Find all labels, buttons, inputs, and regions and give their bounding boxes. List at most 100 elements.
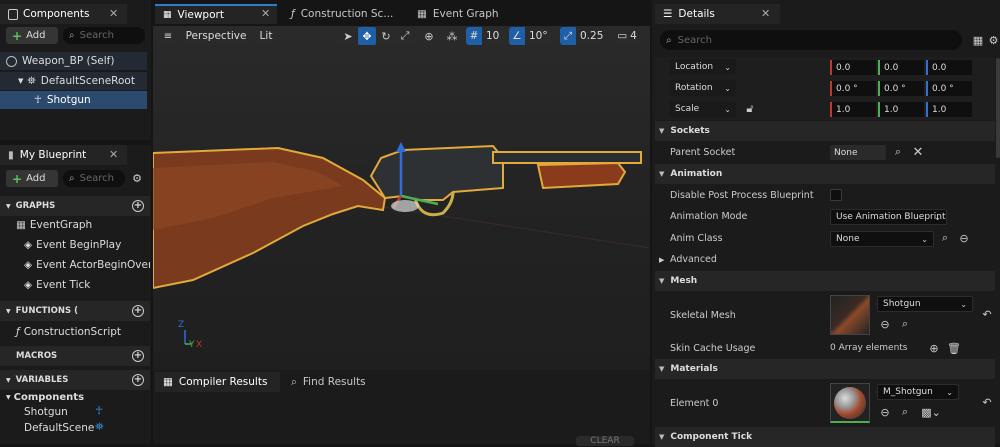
section-functions[interactable]: ▼ FUNCTIONS (+ xyxy=(0,301,150,321)
details-search-input[interactable]: ⌕ Search xyxy=(660,30,962,50)
rotate-tool-icon[interactable]: ↻ xyxy=(378,28,394,44)
components-search-input[interactable]: ⌕ Search xyxy=(63,27,145,44)
reset-to-default-icon[interactable]: ↶ xyxy=(980,307,994,321)
tab-components[interactable]: Components xyxy=(0,4,127,24)
delete-icon[interactable]: 🗑︎ xyxy=(947,341,961,355)
tab-compiler-results[interactable]: ▦ Compiler Results xyxy=(155,372,280,392)
variable-group-components[interactable]: ▼ Components xyxy=(6,392,84,403)
scale-snap-button[interactable]: ⤢ 0.25 xyxy=(560,27,605,45)
disable-post-process-checkbox[interactable] xyxy=(830,189,842,201)
move-tool-icon[interactable]: ✥ xyxy=(358,27,376,45)
blueprint-add-button[interactable]: + Add xyxy=(6,170,58,187)
world-local-icon[interactable]: ⊕ xyxy=(421,28,437,44)
parent-socket-field[interactable]: None xyxy=(830,145,886,160)
category-title: Animation xyxy=(670,169,723,179)
use-selected-icon[interactable]: ⊖ xyxy=(878,405,892,419)
tree-item-defaultsceneroot[interactable]: ▼ ⛯ DefaultSceneRoot xyxy=(0,72,147,90)
category-mesh[interactable]: ▼ Mesh xyxy=(655,271,995,291)
grid-snap-button[interactable]: # 10 xyxy=(466,27,504,45)
tab-viewport[interactable]: ▦ Viewport xyxy=(155,4,277,24)
add-element-icon[interactable]: ⊕ xyxy=(927,341,941,355)
reset-icon[interactable]: ⊖ xyxy=(957,231,971,245)
tree-item-self[interactable]: Weapon_BP (Self) xyxy=(0,52,147,70)
browse-icon[interactable]: ⌕ xyxy=(898,317,912,331)
section-macros[interactable]: MACROS + xyxy=(0,346,150,366)
clear-button[interactable]: CLEAR xyxy=(576,436,634,446)
skeletal-mesh-dropdown[interactable]: Shotgun ⌄ xyxy=(877,296,973,312)
close-icon[interactable]: ✕ xyxy=(261,7,270,20)
rotation-snap-button[interactable]: ∠ 10° xyxy=(509,27,551,45)
skeletal-mesh-thumbnail[interactable] xyxy=(830,295,870,335)
lock-icon[interactable]: 🔓︎ xyxy=(743,102,757,116)
tab-construction-script[interactable]: ƒ Construction Sc... xyxy=(283,4,403,24)
property-label: Element 0 xyxy=(670,397,719,409)
material-dropdown[interactable]: M_Shotgun ⌄ xyxy=(877,384,959,400)
tab-my-blueprint[interactable]: ▮ My Blueprint xyxy=(0,145,127,165)
perspective-button[interactable]: Perspective xyxy=(184,27,248,45)
hamburger-menu-button[interactable]: ≡ xyxy=(158,27,178,45)
checker-icon[interactable]: ▩⌄ xyxy=(919,405,943,419)
graph-item-tick[interactable]: ◈ Event Tick xyxy=(24,279,90,291)
close-icon[interactable]: ✕ xyxy=(109,148,118,161)
scale-z-field[interactable]: 1.0 xyxy=(926,102,972,117)
lit-button[interactable]: Lit xyxy=(255,27,277,45)
graph-item-beginplay[interactable]: ◈ Event BeginPlay xyxy=(24,239,150,251)
tab-event-graph[interactable]: ▦ Event Graph xyxy=(409,4,519,24)
rotation-x-field[interactable]: 0.0 ° xyxy=(830,81,876,96)
row-advanced[interactable]: ▶ Advanced xyxy=(655,249,995,270)
row-anim-class: Anim Class None ⌄ ⌕ ⊖ xyxy=(655,228,995,249)
rotation-z-field[interactable]: 0.0 ° xyxy=(926,81,972,96)
use-selected-icon[interactable]: ⊖ xyxy=(878,317,892,331)
camera-speed-button[interactable]: ▭ 4 xyxy=(611,27,643,45)
anim-class-dropdown[interactable]: None ⌄ xyxy=(830,231,934,247)
blueprint-search-input[interactable]: ⌕ Search xyxy=(63,170,125,187)
add-macro-icon[interactable]: + xyxy=(132,350,144,362)
table-view-icon[interactable]: ▦ xyxy=(970,32,986,48)
location-x-field[interactable]: 0.0 xyxy=(830,60,876,75)
scale-tool-icon[interactable]: ⤢ xyxy=(397,28,413,44)
section-variables[interactable]: ▼ VARIABLES + xyxy=(0,370,150,390)
add-graph-icon[interactable]: + xyxy=(132,200,144,212)
location-z-field[interactable]: 0.0 xyxy=(926,60,972,75)
material-thumbnail[interactable] xyxy=(830,383,870,423)
expand-arrow-icon[interactable]: ▼ xyxy=(18,77,23,85)
location-dropdown[interactable]: Location ⌄ xyxy=(670,59,736,75)
close-icon[interactable]: ✕ xyxy=(109,7,118,20)
scale-x-field[interactable]: 1.0 xyxy=(830,102,876,117)
components-add-button[interactable]: + Add xyxy=(6,27,58,44)
rotation-dropdown[interactable]: Rotation ⌄ xyxy=(670,80,736,96)
category-materials[interactable]: ▼ Materials xyxy=(655,359,995,379)
browse-icon[interactable]: ⌕ xyxy=(938,231,952,245)
location-y-field[interactable]: 0.0 xyxy=(878,60,924,75)
variable-item-shotgun[interactable]: Shotgun xyxy=(24,406,68,418)
select-tool-icon[interactable]: ➤ xyxy=(340,28,356,44)
category-sockets[interactable]: ▼ Sockets xyxy=(655,121,995,141)
browse-icon[interactable]: ⌕ xyxy=(898,405,912,419)
category-animation[interactable]: ▼ Animation xyxy=(655,164,995,184)
graph-item-actorbeginoverlap[interactable]: ◈ Event ActorBeginOverla xyxy=(24,259,150,271)
gear-icon[interactable]: ⚙ xyxy=(129,170,145,186)
graph-icon: ▦ xyxy=(16,219,26,231)
gear-icon[interactable]: ⚙ xyxy=(987,32,1000,48)
reset-to-default-icon[interactable]: ↶ xyxy=(980,395,994,409)
add-function-icon[interactable]: + xyxy=(132,305,144,317)
function-item-constructionscript[interactable]: ƒ ConstructionScript xyxy=(16,326,121,338)
section-graphs[interactable]: ▼ GRAPHS + xyxy=(0,196,150,216)
surface-snap-icon[interactable]: ⁂ xyxy=(444,28,460,44)
clear-socket-icon[interactable]: ✕ xyxy=(911,145,925,160)
category-component-tick[interactable]: ▼ Component Tick xyxy=(655,427,995,447)
scale-y-field[interactable]: 1.0 xyxy=(878,102,924,117)
add-variable-icon[interactable]: + xyxy=(132,374,144,386)
tree-item-shotgun[interactable]: ☥ Shotgun xyxy=(0,91,147,109)
event-icon: ◈ xyxy=(24,239,33,251)
scale-dropdown[interactable]: Scale ⌄ xyxy=(670,101,736,117)
tab-find-results[interactable]: ⌕ Find Results xyxy=(283,372,383,392)
rotation-y-field[interactable]: 0.0 ° xyxy=(878,81,924,96)
animation-mode-dropdown[interactable]: Use Animation Blueprint ⌄ xyxy=(830,209,947,225)
variable-item-defaultsceneroot[interactable]: DefaultSceneRo xyxy=(24,422,94,434)
browse-socket-icon[interactable]: ⌕ xyxy=(891,145,905,159)
graph-item-eventgraph[interactable]: ▦ EventGraph xyxy=(16,219,92,231)
close-icon[interactable]: ✕ xyxy=(761,7,770,20)
details-scrollbar[interactable] xyxy=(996,58,1000,158)
dropdown-value: Use Animation Blueprint xyxy=(836,212,946,222)
